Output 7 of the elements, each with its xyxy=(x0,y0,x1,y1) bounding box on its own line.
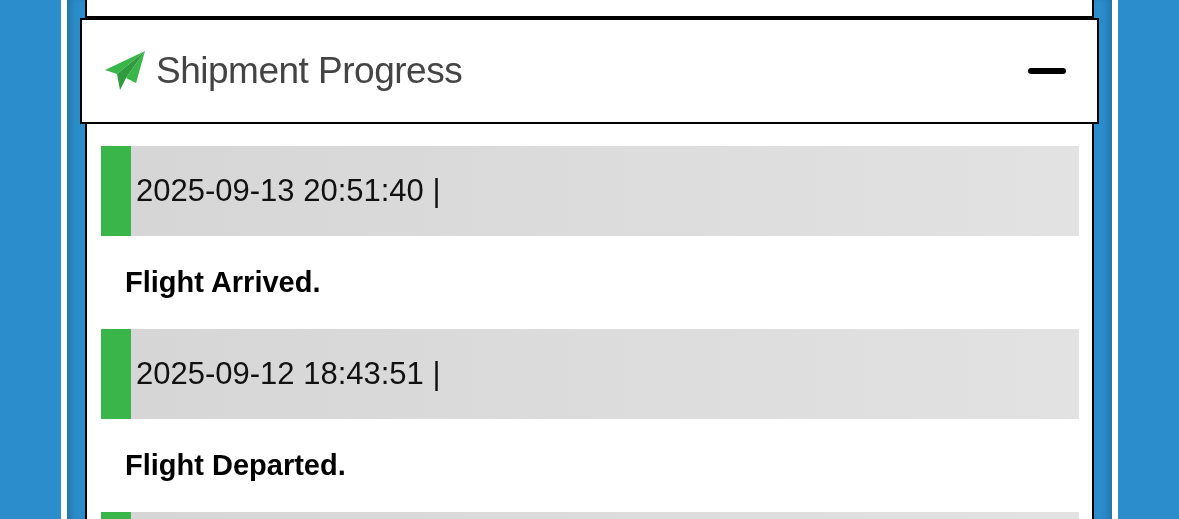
event-time: 2025-09-12 18:43:51 | xyxy=(136,356,441,392)
event-status: Flight Departed. xyxy=(125,449,346,482)
event-time: 2025-09-13 20:51:40 | xyxy=(136,173,441,209)
event-status: Flight Arrived. xyxy=(125,266,321,299)
card-title: Shipment Progress xyxy=(156,50,464,92)
minus-icon[interactable] xyxy=(1027,68,1067,74)
paper-plane-icon xyxy=(104,50,146,92)
